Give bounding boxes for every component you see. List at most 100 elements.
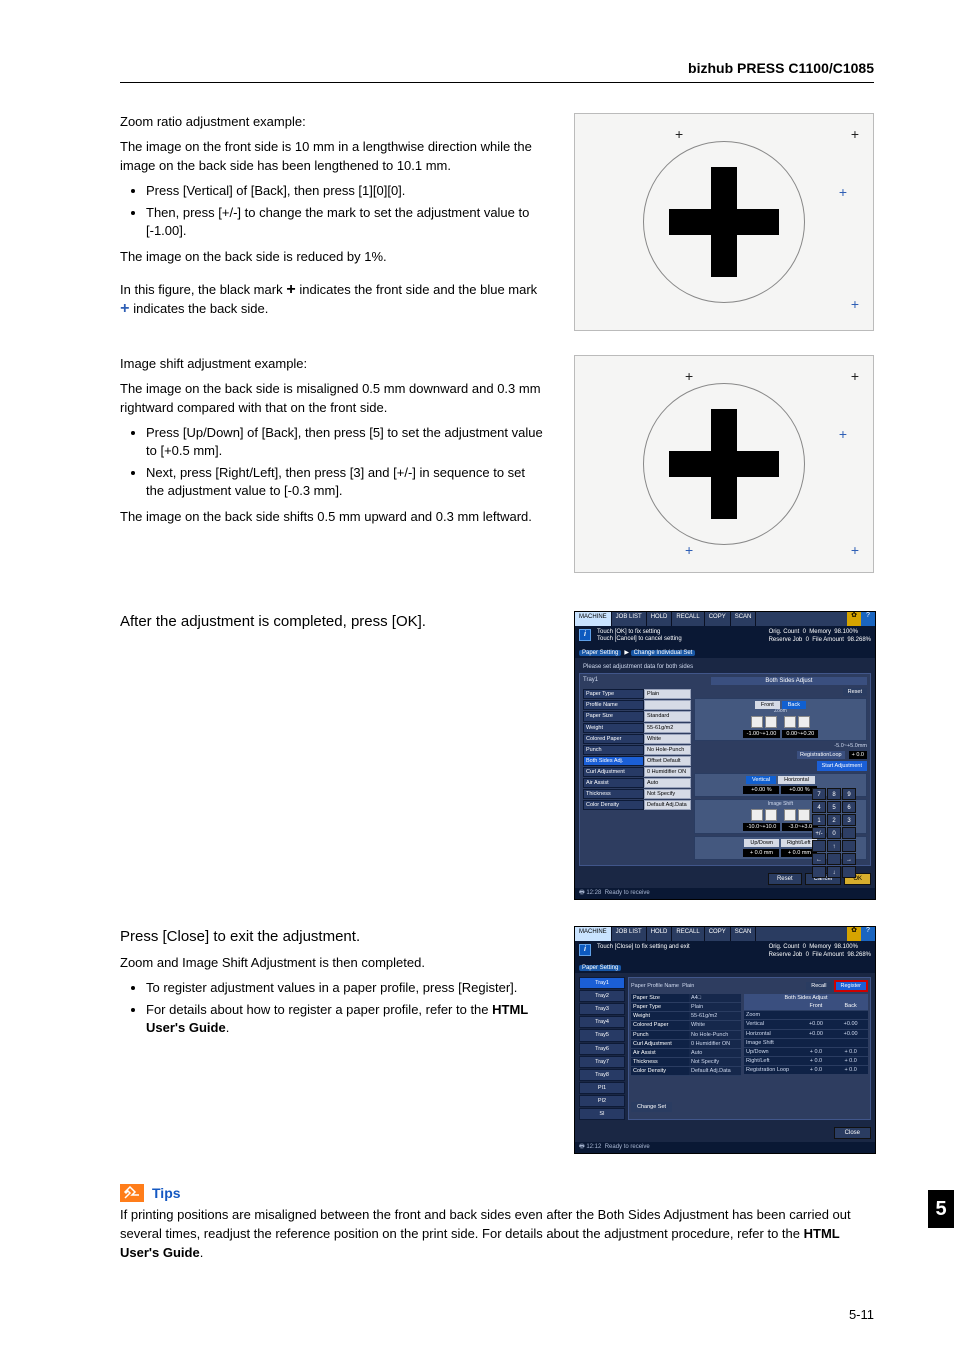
keypad-key[interactable]: 2 — [827, 814, 841, 826]
tray-button[interactable]: PI2 — [579, 1095, 625, 1107]
meters: Orig. Count 0 Memory 98.100% Reserve Job… — [769, 629, 871, 645]
keypad-key[interactable] — [827, 853, 841, 865]
table-cell — [799, 1038, 834, 1047]
prop-value: Auto — [689, 1049, 741, 1058]
s4-p2: Zoom and Image Shift Adjustment is then … — [120, 954, 544, 973]
s2-p2: The image on the back side is misaligned… — [120, 380, 544, 418]
s1-p4: In this figure, the black mark + indicat… — [120, 281, 544, 319]
prop-value: Default Adj.Data — [689, 1067, 741, 1076]
horizontal-button[interactable]: Horizontal — [778, 776, 815, 784]
tray-button[interactable]: Tray7 — [579, 1056, 625, 1068]
tray-button[interactable]: Tray3 — [579, 1003, 625, 1015]
prop-key[interactable]: Colored Paper — [583, 734, 644, 744]
tab-recall[interactable]: RECALL — [672, 612, 704, 626]
table-cell: + 0.0 — [799, 1056, 834, 1065]
prop-key: Paper Size — [631, 994, 689, 1003]
info-line: Touch [Close] to fix setting and exit — [597, 944, 690, 951]
prop-key[interactable]: Profile Name — [583, 700, 644, 710]
vertical-button[interactable]: Vertical — [746, 776, 776, 784]
info-line-2: Touch [Cancel] to cancel setting — [597, 636, 682, 643]
prop-key: Thickness — [631, 1058, 689, 1067]
prop-key[interactable]: Punch — [583, 745, 644, 755]
tray-button[interactable]: Tray4 — [579, 1016, 625, 1028]
keypad-key[interactable] — [842, 827, 856, 839]
prop-key: Color Density — [631, 1067, 689, 1076]
help-icon[interactable]: ? — [861, 612, 875, 626]
keypad-key[interactable]: → — [842, 853, 856, 865]
table-cell: + 0.0 — [799, 1065, 834, 1074]
close-button[interactable]: Close — [834, 1127, 871, 1140]
s1-p2: The image on the front side is 10 mm in … — [120, 138, 544, 176]
keypad-key[interactable]: ↓ — [827, 866, 841, 878]
tray-button[interactable]: Tray2 — [579, 990, 625, 1002]
prop-key: Weight — [631, 1012, 689, 1021]
prop-value: Offset Default — [644, 756, 691, 766]
keypad-key[interactable]: 3 — [842, 814, 856, 826]
keypad-key[interactable]: 4 — [812, 801, 826, 813]
numeric-keypad[interactable]: 789 456 123 +/-0↑← →↓ — [812, 788, 856, 878]
s4-li2: For details about how to register a pape… — [146, 1001, 544, 1037]
prop-key[interactable]: Color Density — [583, 800, 644, 810]
tray-button[interactable]: Tray1 — [579, 977, 625, 989]
prop-value: 0 Humidifier ON — [689, 1040, 741, 1049]
tab-scan[interactable]: SCAN — [731, 612, 757, 626]
prop-key: Curl Adjustment — [631, 1040, 689, 1049]
tips-label: Tips — [152, 1185, 181, 1201]
keypad-key[interactable]: 5 — [827, 801, 841, 813]
keypad-key[interactable] — [812, 840, 826, 852]
tab-joblist[interactable]: JOB LIST — [612, 612, 647, 626]
prop-key[interactable]: Paper Size — [583, 711, 644, 721]
keypad-key[interactable]: 9 — [842, 788, 856, 800]
reset-button[interactable]: Reset — [768, 873, 802, 886]
tray-button[interactable]: SI — [579, 1108, 625, 1120]
figure-zoom: + + + + — [574, 113, 874, 331]
register-button[interactable]: Register — [834, 980, 868, 992]
help-icon[interactable]: ? — [861, 927, 875, 941]
panel1-tabs: MACHINE JOB LIST HOLD RECALL COPY SCAN ✿… — [575, 612, 875, 626]
tray-button[interactable]: PI1 — [579, 1082, 625, 1094]
s2-li2: Next, press [Right/Left], then press [3]… — [146, 464, 544, 500]
table-cell: +0.00 — [833, 1019, 868, 1028]
tab-hold[interactable]: HOLD — [647, 612, 673, 626]
start-adjustment-button[interactable]: Start Adjustment — [817, 761, 867, 771]
prop-key[interactable]: Weight — [583, 723, 644, 733]
prop-key[interactable]: Curl Adjustment — [583, 767, 644, 777]
tab-machine[interactable]: MACHINE — [575, 612, 612, 626]
reset-button-small[interactable]: Reset — [843, 688, 867, 696]
keypad-key[interactable]: 7 — [812, 788, 826, 800]
prop-key[interactable]: Paper Type — [583, 689, 644, 699]
tray-button[interactable]: Tray5 — [579, 1029, 625, 1041]
tray-button[interactable]: Tray6 — [579, 1043, 625, 1055]
machine-panel-adjust: MACHINE JOB LIST HOLD RECALL COPY SCAN ✿… — [574, 611, 876, 900]
prop-key[interactable]: Thickness — [583, 789, 644, 799]
registration-loop-label: RegistrationLoop — [797, 751, 845, 759]
change-set-button[interactable]: Change Set — [631, 1102, 672, 1112]
table-cell: + 0.0 — [833, 1047, 868, 1056]
keypad-key[interactable]: ↑ — [827, 840, 841, 852]
gear-icon[interactable]: ✿ — [847, 927, 861, 941]
prop-key[interactable]: Air Assist — [583, 778, 644, 788]
prop-value: White — [689, 1021, 741, 1030]
prop-key: Paper Type — [631, 1003, 689, 1012]
both-sides-title: Both Sides Adjust — [744, 994, 868, 1002]
updown-button[interactable]: Up/Down — [744, 839, 779, 847]
tray-button[interactable]: Tray8 — [579, 1069, 625, 1081]
prop-value: No Hole-Punch — [644, 745, 691, 755]
keypad-key[interactable]: 0 — [827, 827, 841, 839]
gear-icon[interactable]: ✿ — [847, 612, 861, 626]
prop-key[interactable]: Both Sides Adj. — [583, 756, 644, 766]
recall-button[interactable]: Recall — [806, 982, 831, 990]
keypad-key[interactable]: 1 — [812, 814, 826, 826]
keypad-key[interactable]: 6 — [842, 801, 856, 813]
keypad-key[interactable]: +/- — [812, 827, 826, 839]
tab-copy[interactable]: COPY — [705, 612, 731, 626]
keypad-key[interactable] — [812, 866, 826, 878]
keypad-key[interactable]: ← — [812, 853, 826, 865]
keypad-key[interactable]: 8 — [827, 788, 841, 800]
prop-value: White — [644, 734, 691, 744]
keypad-key[interactable] — [842, 866, 856, 878]
keypad-key[interactable] — [842, 840, 856, 852]
plus-black-icon: + — [286, 281, 296, 299]
prop-value: Not Specify — [644, 789, 691, 799]
machine-panel-papersetting: MACHINE JOB LIST HOLD RECALL COPY SCAN ✿… — [574, 926, 876, 1154]
